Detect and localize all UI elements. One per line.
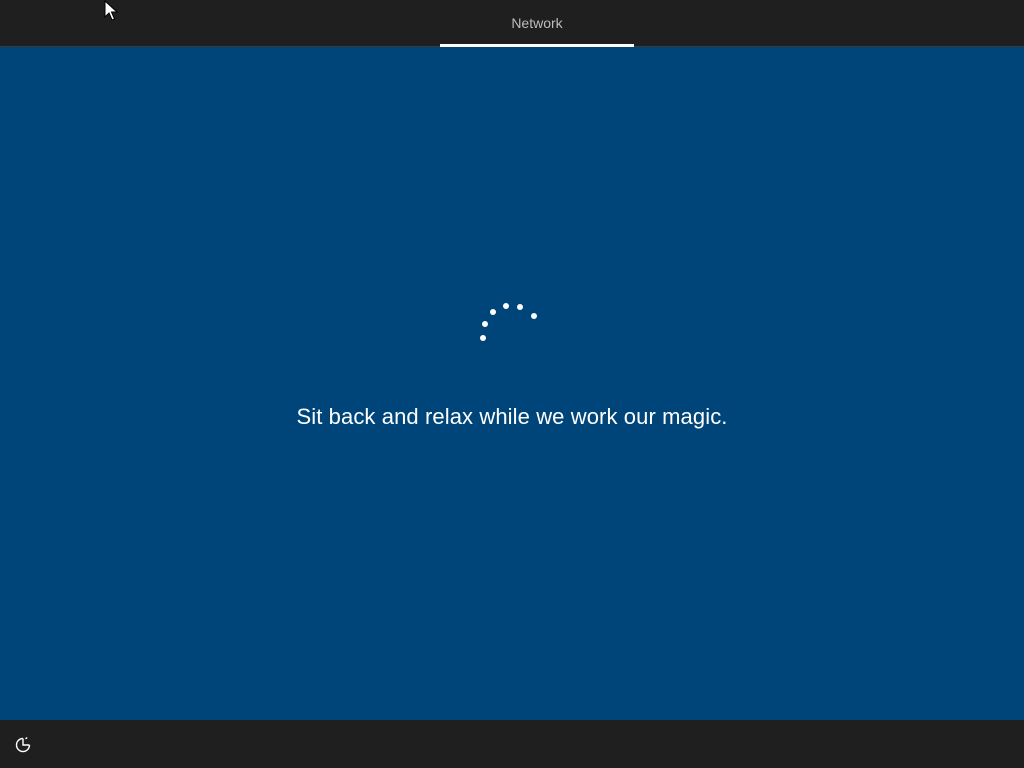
spinner-dot xyxy=(503,303,509,309)
spinner-dot xyxy=(517,304,523,310)
top-bar: Network xyxy=(0,0,1024,47)
ease-of-access-button[interactable] xyxy=(10,732,36,758)
status-message: Sit back and relax while we work our mag… xyxy=(296,404,728,429)
spinner-dot xyxy=(482,321,488,327)
main-panel xyxy=(0,47,1024,720)
bottom-bar xyxy=(0,720,1024,768)
spinner-dot xyxy=(531,313,537,319)
tab-network: Network xyxy=(440,0,634,46)
mouse-pointer-icon xyxy=(104,0,118,21)
spinner-dot xyxy=(490,309,496,315)
loading-spinner-icon xyxy=(470,292,550,352)
tab-network-label: Network xyxy=(511,15,563,31)
ease-of-access-icon xyxy=(15,737,31,753)
spinner-dot xyxy=(480,335,486,341)
